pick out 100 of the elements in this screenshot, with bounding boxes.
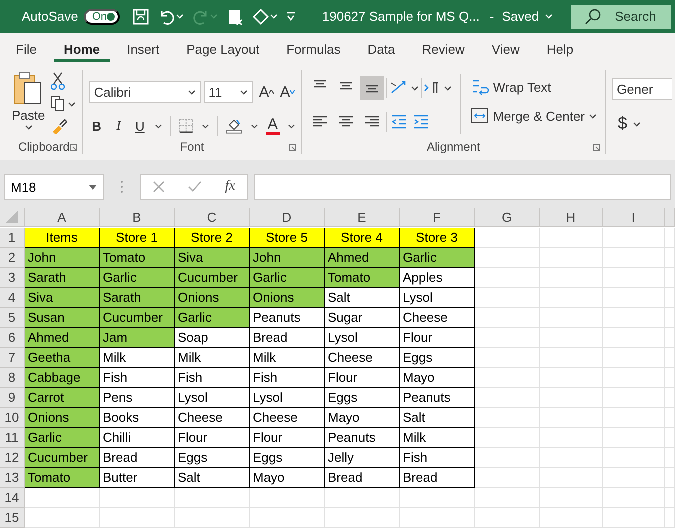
column-header[interactable]: B — [100, 208, 175, 227]
column-header[interactable]: H — [540, 208, 603, 227]
row-header[interactable]: 14 — [0, 488, 25, 508]
save-icon[interactable] — [132, 8, 150, 26]
font-name-field[interactable]: Calibri — [89, 81, 201, 103]
increase-font-size-button[interactable]: A — [259, 84, 274, 100]
print-preview-icon[interactable] — [226, 8, 244, 26]
table-cell: Milk — [100, 348, 175, 368]
ribbon-tab[interactable]: Formulas — [276, 33, 351, 65]
font-size-field[interactable]: 11 — [204, 81, 254, 103]
caret-icon[interactable] — [154, 124, 162, 128]
table-cell: Cucumber — [175, 268, 250, 288]
empty-cell — [603, 468, 665, 488]
paste-button[interactable]: Paste — [12, 70, 46, 140]
row-header[interactable]: 3 — [0, 268, 25, 288]
dialog-launcher-icon[interactable] — [593, 144, 602, 152]
ribbon-tab[interactable]: Data — [358, 33, 406, 65]
row-header[interactable]: 5 — [0, 308, 25, 328]
table-cell: Ahmed — [25, 328, 100, 348]
row-header[interactable]: 10 — [0, 408, 25, 428]
empty-cell — [540, 408, 603, 428]
group-label: Clipboard — [18, 140, 70, 154]
empty-cell — [540, 488, 603, 508]
row-header[interactable]: 4 — [0, 288, 25, 308]
row-header[interactable]: 6 — [0, 328, 25, 348]
table-cell: Eggs — [175, 448, 250, 468]
eraser-icon[interactable] — [252, 8, 270, 26]
caret-icon[interactable] — [24, 125, 33, 130]
merge-center-button[interactable]: Merge & Center — [469, 106, 600, 126]
row-header[interactable]: 7 — [0, 348, 25, 368]
row-header[interactable]: 2 — [0, 248, 25, 268]
caret-icon[interactable] — [633, 122, 642, 126]
currency-button[interactable]: $ — [616, 112, 630, 136]
format-painter-icon[interactable] — [51, 118, 68, 134]
column-header[interactable]: A — [25, 208, 100, 227]
row-header[interactable]: 8 — [0, 368, 25, 388]
fill-color-icon[interactable] — [226, 117, 243, 135]
autosave-toggle[interactable]: On — [84, 8, 120, 24]
caret-icon[interactable] — [411, 86, 420, 90]
caret-icon[interactable] — [589, 114, 598, 118]
column-header[interactable]: I — [603, 208, 665, 227]
table-cell: Store 4 — [325, 228, 400, 248]
caret-icon[interactable] — [202, 124, 210, 128]
font-color-button[interactable]: A — [266, 118, 280, 134]
save-status: Saved — [502, 9, 540, 24]
ribbon-tab[interactable]: Page Layout — [176, 33, 270, 65]
formula-input[interactable] — [254, 174, 671, 200]
borders-icon[interactable] — [179, 118, 194, 134]
name-box[interactable]: M18 — [4, 174, 104, 200]
scissors-icon[interactable] — [51, 72, 66, 90]
row-header[interactable]: 12 — [0, 448, 25, 468]
caret-icon[interactable] — [240, 90, 248, 94]
column-header[interactable]: D — [250, 208, 325, 227]
row-header[interactable]: 13 — [0, 468, 25, 488]
column-header[interactable]: F — [400, 208, 475, 227]
number-format-field[interactable]: Gener — [612, 78, 672, 100]
table-cell: Lysol — [400, 288, 475, 308]
copy-icon[interactable] — [51, 96, 66, 112]
empty-cell — [603, 488, 665, 508]
caret-icon[interactable] — [68, 102, 76, 106]
table-cell: Tomato — [25, 468, 100, 488]
ribbon-tab[interactable]: Home — [54, 33, 110, 65]
caret-icon[interactable] — [288, 124, 296, 128]
dialog-launcher-icon[interactable] — [70, 144, 78, 152]
align-bottom-icon[interactable] — [360, 76, 384, 100]
empty-cell — [603, 288, 665, 308]
dropdown-arrow-icon[interactable] — [89, 184, 97, 190]
column-header[interactable]: C — [175, 208, 250, 227]
caret-icon[interactable] — [188, 90, 196, 94]
ribbon-tab[interactable]: File — [6, 33, 47, 65]
empty-cell — [603, 228, 665, 248]
caret-icon[interactable] — [444, 86, 452, 90]
row-header[interactable]: 1 — [0, 228, 25, 248]
table-cell: Store 5 — [250, 228, 325, 248]
customize-icon[interactable] — [286, 12, 296, 22]
row-header[interactable]: 9 — [0, 388, 25, 408]
row-header[interactable]: 11 — [0, 428, 25, 448]
bold-button[interactable]: B — [89, 116, 104, 136]
search-field[interactable]: Search — [571, 4, 672, 28]
table-cell: Onions — [25, 408, 100, 428]
table-cell: Apples — [400, 268, 475, 288]
underline-button[interactable]: U — [133, 116, 147, 136]
ribbon-tab[interactable]: Review — [412, 33, 475, 65]
ribbon-tab[interactable]: Help — [536, 33, 584, 65]
empty-cell — [665, 508, 675, 528]
italic-button[interactable]: I — [112, 116, 126, 136]
empty-cell — [603, 308, 665, 328]
ribbon-tab[interactable]: View — [482, 33, 530, 65]
wrap-text-button[interactable]: Wrap Text — [469, 76, 600, 98]
empty-cell — [603, 368, 665, 388]
empty-cell — [475, 488, 540, 508]
column-header[interactable]: G — [475, 208, 540, 227]
empty-cell — [603, 508, 665, 528]
caret-icon[interactable] — [250, 124, 258, 128]
row-header[interactable]: 15 — [0, 508, 25, 528]
ribbon-tab[interactable]: Insert — [117, 33, 170, 65]
column-header[interactable]: E — [325, 208, 400, 227]
insert-function-button[interactable]: fx — [225, 179, 236, 195]
decrease-font-size-button[interactable]: A — [280, 84, 296, 100]
dialog-launcher-icon[interactable] — [289, 144, 298, 152]
